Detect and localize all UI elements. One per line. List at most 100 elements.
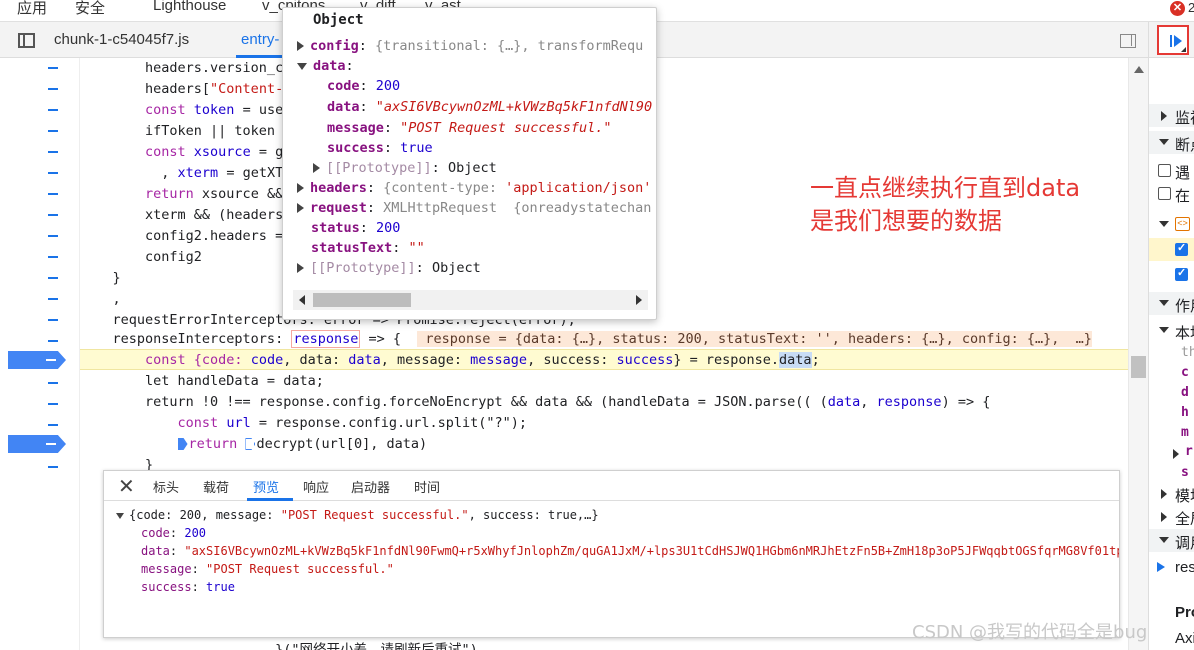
- prop-value: Object: [447, 160, 497, 176]
- collapse-icon[interactable]: [297, 62, 307, 70]
- preview-summary-row[interactable]: {code: 200, message: "POST Request succe…: [116, 506, 599, 524]
- tab-timing[interactable]: 时间: [414, 477, 440, 496]
- object-prop-data-string: data: "axSI6VBcywnOzML+kVWzBq5kF1nfdNl90: [327, 99, 653, 115]
- object-prop-prototype[interactable]: [[Prototype]]: Object: [313, 158, 497, 178]
- expand-icon[interactable]: [313, 163, 320, 173]
- breakpoint-marker[interactable]: [8, 351, 66, 369]
- code-line: xterm && (headers: [80, 207, 284, 223]
- breakpoint-item[interactable]: [1149, 263, 1194, 286]
- selected-text[interactable]: data: [779, 352, 812, 368]
- expand-icon[interactable]: [297, 183, 304, 193]
- network-response-panel: ✕ 标头 载荷 预览 响应 启动器 时间 {code: 200, message…: [103, 470, 1120, 638]
- option-pause-uncaught[interactable]: 遇: [1149, 159, 1194, 182]
- object-prop-data[interactable]: data:: [297, 56, 354, 76]
- breakpoint-marker[interactable]: [8, 435, 66, 453]
- object-prop-status: status: 200: [311, 220, 401, 236]
- scope-var[interactable]: th: [1181, 345, 1194, 360]
- step-marker-outline-icon[interactable]: [245, 438, 256, 450]
- scope-var[interactable]: m: [1181, 425, 1189, 440]
- line-marker[interactable]: [48, 382, 58, 384]
- hovered-variable-response[interactable]: response: [291, 330, 361, 348]
- line-marker[interactable]: [48, 256, 58, 258]
- scrollbar-thumb[interactable]: [1131, 356, 1146, 378]
- object-prop-headers[interactable]: headers: {content-type: 'application/jso…: [297, 178, 651, 198]
- expand-icon[interactable]: [297, 41, 304, 51]
- expand-icon[interactable]: [297, 203, 304, 213]
- callstack-frame[interactable]: res: [1149, 556, 1194, 579]
- popover-horizontal-scrollbar[interactable]: [293, 290, 648, 310]
- tab-headers[interactable]: 标头: [153, 477, 179, 496]
- scope-var[interactable]: h: [1181, 405, 1189, 420]
- step-marker-icon[interactable]: [177, 438, 188, 450]
- line-marker[interactable]: [48, 151, 58, 153]
- editor-vertical-scrollbar[interactable]: [1128, 58, 1148, 650]
- section-scope[interactable]: 作用: [1149, 292, 1194, 315]
- prop-key: code: [141, 526, 170, 540]
- navigator-toggle-icon[interactable]: [18, 33, 35, 48]
- network-detail-tabs: ✕ 标头 载荷 预览 响应 启动器 时间: [104, 471, 1119, 501]
- menu-tab-security[interactable]: 安全: [75, 0, 105, 18]
- line-marker[interactable]: [48, 235, 58, 237]
- line-marker[interactable]: [48, 340, 58, 342]
- line-marker[interactable]: [48, 67, 58, 69]
- scope-local[interactable]: 本地: [1149, 319, 1194, 342]
- tab-preview[interactable]: 预览: [253, 477, 279, 496]
- line-marker[interactable]: [48, 130, 58, 132]
- scroll-left-icon[interactable]: [299, 295, 305, 305]
- tab-payload[interactable]: 载荷: [203, 477, 229, 496]
- code-text: code: [250, 352, 284, 368]
- option-pause-caught[interactable]: 在: [1149, 182, 1194, 205]
- expand-icon[interactable]: [297, 263, 304, 273]
- line-marker[interactable]: [48, 319, 58, 321]
- prop-value: "POST Request successful.": [206, 562, 394, 576]
- scope-var[interactable]: s: [1181, 465, 1189, 480]
- line-gutter[interactable]: [0, 58, 80, 650]
- breakpoint-item[interactable]: [1149, 238, 1194, 261]
- line-marker[interactable]: [48, 424, 58, 426]
- tab-response[interactable]: 响应: [303, 477, 329, 496]
- scope-module[interactable]: 模块: [1149, 482, 1194, 505]
- checkbox[interactable]: [1158, 164, 1171, 177]
- callstack-frame[interactable]: Pro: [1149, 601, 1194, 624]
- scope-var[interactable]: d: [1181, 385, 1189, 400]
- error-count-icon[interactable]: ✕: [1170, 1, 1185, 16]
- menu-tab-application[interactable]: 应用: [17, 0, 47, 18]
- object-prop-request[interactable]: request: XMLHttpRequest {onreadystatecha…: [297, 198, 651, 218]
- line-marker[interactable]: [48, 193, 58, 195]
- code-text: data: [827, 394, 861, 410]
- line-marker[interactable]: [48, 298, 58, 300]
- prop-key: status: [311, 220, 360, 236]
- scroll-right-icon[interactable]: [636, 295, 642, 305]
- object-prop-success: success: true: [327, 140, 433, 156]
- collapse-icon[interactable]: [116, 512, 124, 519]
- line-marker[interactable]: [48, 88, 58, 90]
- menu-tab-lighthouse[interactable]: Lighthouse: [153, 0, 226, 14]
- checkbox[interactable]: [1158, 187, 1171, 200]
- section-watch[interactable]: 监视: [1149, 104, 1194, 127]
- section-breakpoints[interactable]: 断点: [1149, 131, 1194, 154]
- file-tab-chunk[interactable]: chunk-1-c54045f7.js: [54, 31, 189, 48]
- scope-var-expandable[interactable]: r: [1149, 442, 1194, 465]
- line-marker[interactable]: [48, 172, 58, 174]
- line-marker[interactable]: [48, 466, 58, 468]
- breakpoint-file-entry[interactable]: <>: [1149, 213, 1194, 236]
- section-callstack[interactable]: 调用: [1149, 529, 1194, 552]
- scope-global[interactable]: 全局: [1149, 505, 1194, 528]
- close-icon[interactable]: ✕: [118, 474, 135, 499]
- scrollbar-thumb[interactable]: [313, 293, 411, 307]
- breakpoint-checkbox[interactable]: [1175, 266, 1188, 281]
- line-marker[interactable]: [48, 277, 58, 279]
- debugger-panel-toggle-icon[interactable]: [1120, 34, 1136, 48]
- line-marker[interactable]: [48, 214, 58, 216]
- object-prop-prototype-outer[interactable]: [[Prototype]]: Object: [297, 258, 481, 278]
- breakpoint-checkbox[interactable]: [1175, 241, 1188, 256]
- scope-var[interactable]: c: [1181, 365, 1189, 380]
- tab-initiator[interactable]: 启动器: [351, 477, 390, 496]
- line-marker[interactable]: [48, 403, 58, 405]
- resume-script-execution-button[interactable]: [1157, 25, 1189, 55]
- file-tab-entry[interactable]: entry-: [241, 31, 279, 48]
- scroll-up-icon[interactable]: [1134, 66, 1144, 73]
- object-prop-config[interactable]: config: {transitional: {…}, transformReq…: [297, 36, 643, 56]
- line-marker[interactable]: [48, 109, 58, 111]
- callstack-frame[interactable]: Axi: [1149, 627, 1194, 650]
